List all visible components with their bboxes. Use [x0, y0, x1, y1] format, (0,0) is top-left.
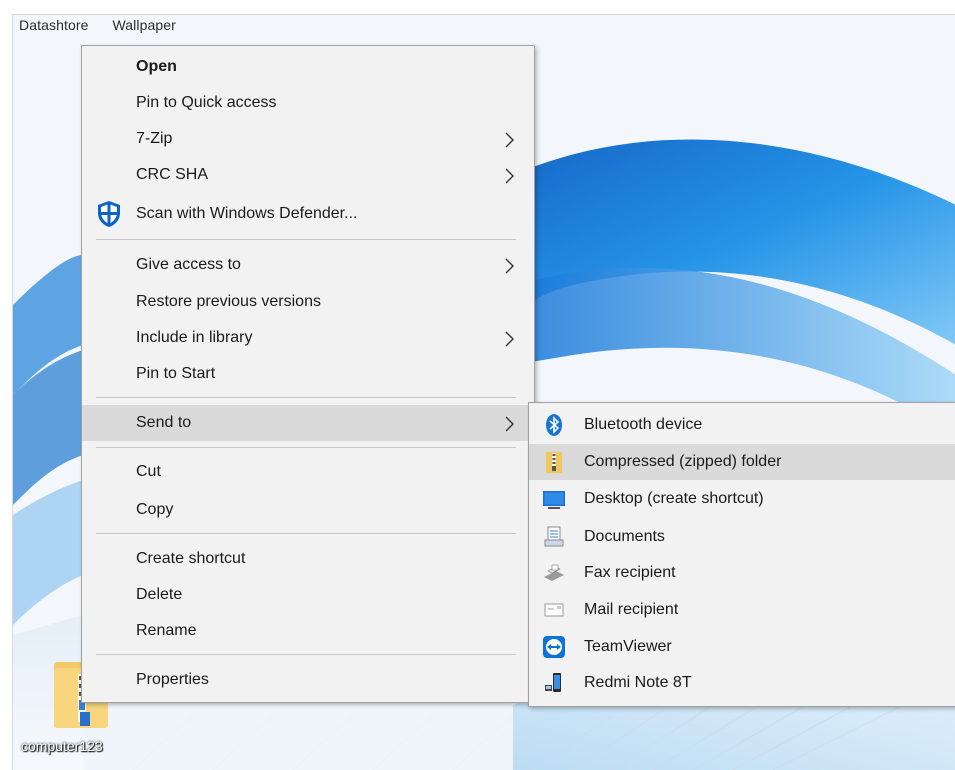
chevron-right-icon [505, 331, 514, 347]
submenu-item-label: Redmi Note 8T [584, 674, 692, 691]
menu-item-label: Pin to Start [136, 365, 216, 382]
submenu-item-label: TeamViewer [584, 638, 672, 655]
menu-item-label: Send to [136, 414, 192, 431]
menu-item-rename[interactable]: Rename [82, 613, 534, 649]
menu-item-send-to[interactable]: Send to [82, 405, 534, 441]
menu-item-include-library[interactable]: Include in library [82, 320, 534, 356]
menu-item-create-shortcut[interactable]: Create shortcut [82, 541, 534, 577]
screen-frame: Datashtore Wallpaper computer123 Open Pi… [12, 14, 955, 770]
desktop-icon [543, 491, 565, 509]
menu-item-cut[interactable]: Cut [82, 454, 534, 490]
menu-item-label: Include in library [136, 329, 253, 346]
desktop-label-2: Wallpaper [112, 17, 176, 33]
menu-item-pin-start[interactable]: Pin to Start [82, 356, 534, 392]
menu-separator [96, 397, 516, 398]
fax-icon [544, 564, 564, 581]
desktop-label-1: Datashtore [19, 17, 89, 33]
menu-item-label: Properties [136, 671, 209, 688]
submenu-item-label: Fax recipient [584, 564, 676, 581]
menu-item-label: Copy [136, 501, 174, 518]
menu-item-label: Scan with Windows Defender... [136, 205, 358, 222]
submenu-item-label: Compressed (zipped) folder [584, 453, 782, 470]
menu-item-copy[interactable]: Copy [82, 492, 534, 528]
menu-item-label: Give access to [136, 256, 241, 273]
send-to-documents[interactable]: Documents [529, 519, 955, 555]
chevron-right-icon [505, 168, 514, 184]
send-to-compressed-folder[interactable]: Compressed (zipped) folder [529, 444, 955, 480]
menu-item-label: Restore previous versions [136, 293, 321, 310]
submenu-item-label: Desktop (create shortcut) [584, 490, 764, 507]
menu-item-open[interactable]: Open [82, 49, 534, 85]
submenu-item-label: Mail recipient [584, 601, 679, 618]
documents-icon [544, 526, 564, 547]
menu-separator [96, 533, 516, 534]
menu-separator [96, 654, 516, 655]
menu-item-scan-defender[interactable]: Scan with Windows Defender... [82, 196, 534, 232]
submenu-item-label: Documents [584, 528, 665, 545]
menu-item-properties[interactable]: Properties [82, 662, 534, 698]
teamviewer-icon [543, 636, 565, 658]
send-to-fax[interactable]: Fax recipient [529, 555, 955, 591]
send-to-mail[interactable]: Mail recipient [529, 592, 955, 628]
menu-item-label: CRC SHA [136, 166, 209, 183]
menu-item-label: Cut [136, 463, 161, 480]
menu-item-give-access[interactable]: Give access to [82, 247, 534, 283]
bluetooth-icon [546, 414, 562, 436]
desktop-top-labels: Datashtore Wallpaper [19, 17, 196, 33]
send-to-desktop[interactable]: Desktop (create shortcut) [529, 481, 955, 517]
menu-item-label: Create shortcut [136, 550, 246, 567]
menu-item-pin-quick-access[interactable]: Pin to Quick access [82, 85, 534, 121]
menu-separator [96, 239, 516, 240]
send-to-redmi-note-8t[interactable]: Redmi Note 8T [529, 665, 955, 701]
menu-item-label: Rename [136, 622, 197, 639]
menu-item-label: Pin to Quick access [136, 94, 277, 111]
context-menu: Open Pin to Quick access 7-Zip CRC SHA S… [81, 45, 535, 703]
menu-item-restore-versions[interactable]: Restore previous versions [82, 284, 534, 320]
zip-folder-icon [546, 452, 562, 473]
menu-item-7zip[interactable]: 7-Zip [82, 121, 534, 157]
submenu-item-label: Bluetooth device [584, 416, 703, 433]
menu-separator [96, 447, 516, 448]
send-to-bluetooth[interactable]: Bluetooth device [529, 407, 955, 443]
menu-item-crc-sha[interactable]: CRC SHA [82, 157, 534, 193]
menu-item-label: 7-Zip [136, 130, 173, 147]
send-to-submenu: Bluetooth device Compressed (zipped) fol… [528, 402, 955, 707]
menu-item-delete[interactable]: Delete [82, 577, 534, 613]
mail-icon [544, 603, 564, 617]
chevron-right-icon [505, 416, 514, 432]
menu-item-label: Open [136, 58, 177, 75]
send-to-teamviewer[interactable]: TeamViewer [529, 629, 955, 665]
chevron-right-icon [505, 258, 514, 274]
windows-defender-shield-icon [98, 201, 120, 227]
file-label[interactable]: computer123 [21, 738, 103, 754]
phone-icon [545, 673, 561, 692]
chevron-right-icon [505, 132, 514, 148]
menu-item-label: Delete [136, 586, 183, 603]
